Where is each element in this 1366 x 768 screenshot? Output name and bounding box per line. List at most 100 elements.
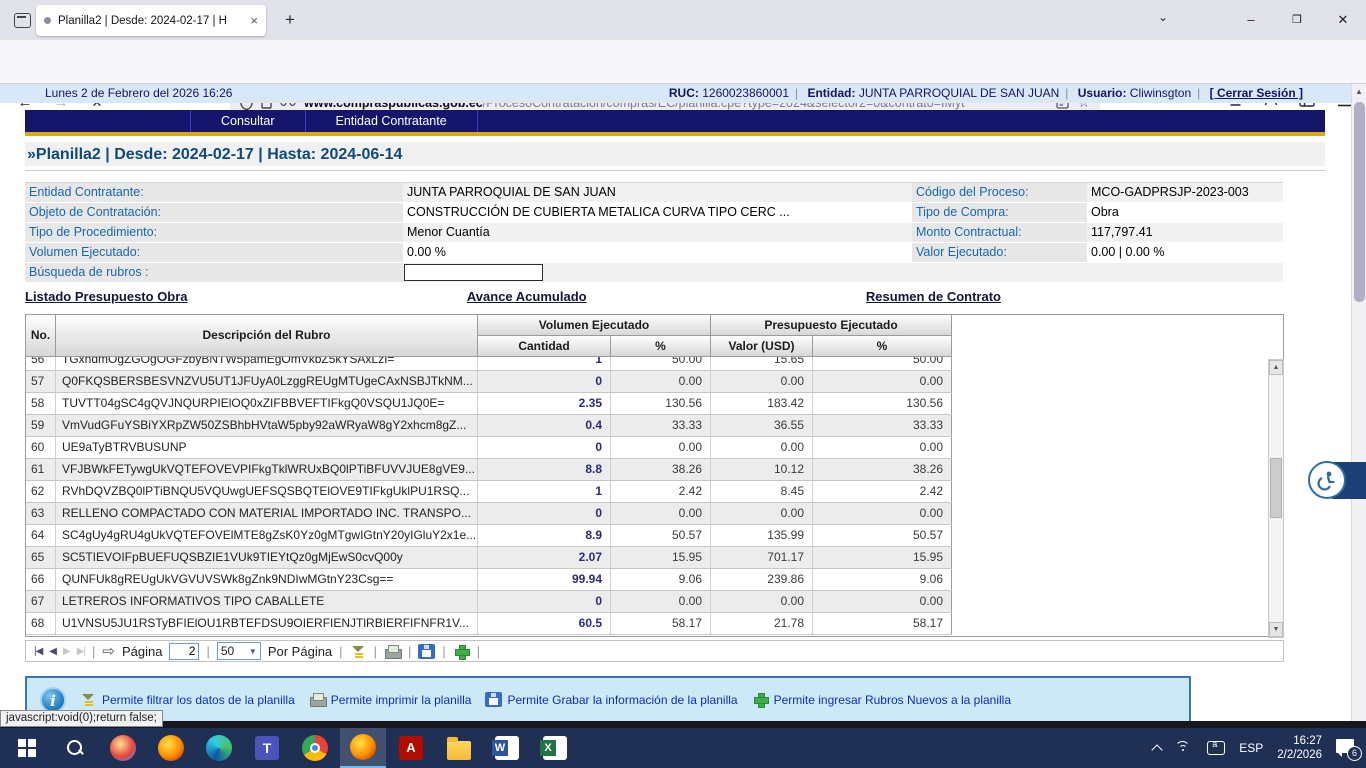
windows-logo-icon [18, 739, 36, 757]
window-maximize-button[interactable]: ❐ [1274, 0, 1320, 40]
taskbar-file-explorer-icon[interactable] [436, 728, 482, 768]
divider [25, 170, 1325, 171]
taskbar-edge-icon[interactable] [196, 728, 242, 768]
presupuesto-pct-value: 0.00 [813, 591, 952, 612]
presupuesto-pct-value: 0.00 [813, 503, 952, 524]
presupuesto-pct-value: 130.56 [813, 393, 952, 414]
column-header-descripcion[interactable]: Descripción del Rubro [56, 315, 478, 357]
new-tab-button[interactable]: + [278, 9, 302, 33]
page-scrollbar[interactable]: ▲ [1351, 84, 1366, 728]
table-row[interactable]: 62RVhDQVZBQ0lPTiBNQU5VQUwgUEFSQSBQTElOVE… [26, 481, 952, 503]
column-header-valor-usd[interactable]: Valor (USD) [711, 336, 813, 357]
touch-keyboard-icon[interactable] [1207, 741, 1225, 755]
rubro-description: RELLENO COMPACTADO CON MATERIAL IMPORTAD… [56, 503, 478, 524]
detail-label: Código del Proceso: [912, 183, 1087, 202]
add-rubro-icon[interactable] [453, 644, 470, 659]
link-avance-acumulado[interactable]: Avance Acumulado [467, 289, 587, 307]
table-scroll-down-icon[interactable]: ▼ [1269, 622, 1283, 637]
taskbar-chrome-icon[interactable] [292, 728, 338, 768]
cantidad-value: 1 [478, 481, 611, 502]
detail-value: 0.00 | 0.00 % [1087, 243, 1283, 262]
go-to-page-icon[interactable]: ⇨ [102, 642, 115, 660]
wifi-icon[interactable] [1175, 741, 1193, 755]
prev-page-icon[interactable]: ◀ [49, 646, 56, 657]
taskbar-firefox-active-icon[interactable] [340, 728, 386, 768]
tab-list-chevron-icon[interactable]: ⌄ [1152, 10, 1174, 30]
table-row[interactable]: 59VmVudGFuYSBiYXRpZW50ZSBhbHVtaW5pby92aW… [26, 415, 952, 437]
firefox-view-icon[interactable] [10, 8, 36, 34]
last-page-icon[interactable]: ▶| [77, 646, 85, 657]
print-icon[interactable] [384, 644, 401, 659]
detail-value: MCO-GADPRSJP-2023-003 [1087, 183, 1283, 202]
table-scroll-up-icon[interactable]: ▲ [1269, 360, 1283, 375]
save-icon[interactable] [418, 644, 435, 659]
window-minimize-button[interactable]: – [1228, 0, 1274, 40]
rubro-description: SC4gUy4gRU4gUkVQTEFOVElMTE8gZsK0Yz0gMTgw… [56, 525, 478, 546]
table-row[interactable]: 56TGxhdmOgZGOgOGFzbyBNTW5pamEgOmVkbZ5kYS… [26, 357, 952, 371]
first-page-icon[interactable]: |◀ [34, 646, 42, 657]
accessibility-widget-button[interactable] [1308, 461, 1346, 499]
table-scrollbar[interactable]: ▲ ▼ [1268, 359, 1284, 638]
rubros-search-input[interactable] [404, 264, 543, 281]
link-listado-presupuesto[interactable]: Listado Presupuesto Obra [25, 289, 188, 307]
site-header-strip: Lunes 2 de Febrero del 2026 16:26 RUC: 1… [0, 84, 1351, 103]
notification-center-icon[interactable]: 6 [1336, 739, 1356, 757]
table-row[interactable]: 60UE9aTyBTRVBUSUNP00.000.000.00 [26, 437, 952, 459]
table-scroll-thumb[interactable] [1270, 458, 1282, 518]
firefox-icon [158, 735, 184, 761]
table-row[interactable]: 64SC4gUy4gRU4gUkVQTEFOVElMTE8gZsK0Yz0gMT… [26, 525, 952, 547]
taskbar-teams-icon[interactable]: T [244, 728, 290, 768]
pagination-bar: |◀ ◀ ▶ ▶| | ⇨ Página | 50▼ Por Página | … [25, 640, 1284, 662]
taskbar-word-icon[interactable]: W [484, 728, 530, 768]
column-header-vol-pct[interactable]: % [611, 336, 711, 357]
tray-expand-chevron-icon[interactable] [1152, 744, 1163, 755]
legend-filter-text: Permite filtrar los datos de la planilla [102, 693, 295, 707]
logout-link[interactable]: [ Cerrar Sesión ] [1210, 86, 1303, 100]
table-row[interactable]: 61VFJBWkFETywgUkVQTEFOVEVPIFkgTklWRUxBQ0… [26, 459, 952, 481]
link-resumen-contrato[interactable]: Resumen de Contrato [866, 289, 1001, 307]
presupuesto-pct-value: 38.26 [813, 459, 952, 480]
column-header-no[interactable]: No. [26, 315, 56, 357]
table-row[interactable]: 66QUNFUk8gREUgUkVGVUVSWk8gZnk9NDIwMGtnY2… [26, 569, 952, 591]
row-number: 63 [26, 503, 56, 524]
taskbar-firefox-icon[interactable] [148, 728, 194, 768]
scrollbar-up-icon[interactable]: ▲ [1355, 87, 1363, 96]
per-page-label: Por Página [268, 644, 332, 659]
table-row[interactable]: 67LETREROS INFORMATIVOS TIPO CABALLETE00… [26, 591, 952, 613]
filter-icon[interactable] [350, 644, 367, 659]
column-header-cantidad[interactable]: Cantidad [478, 336, 611, 357]
volumen-pct-value: 0.00 [611, 503, 711, 524]
nav-item-entidad-contratante[interactable]: Entidad Contratante [306, 110, 478, 132]
volumen-pct-value: 38.26 [611, 459, 711, 480]
language-indicator[interactable]: ESP [1239, 741, 1263, 755]
next-page-icon[interactable]: ▶ [63, 646, 70, 657]
nav-item-consultar[interactable]: Consultar [190, 110, 306, 132]
page-number-input[interactable] [169, 643, 199, 660]
valor-usd-value: 36.55 [711, 415, 813, 436]
rubro-description: VFJBWkFETywgUkVQTEFOVEVPIFkgTklWRUxBQ0lP… [56, 459, 478, 480]
column-header-pres-pct[interactable]: % [813, 336, 952, 357]
taskbar-excel-icon[interactable]: X [532, 728, 578, 768]
browser-tab[interactable]: Planilla2 | Desde: 2024-02-17 | H × [36, 5, 266, 36]
taskbar-browser-icon[interactable] [100, 728, 146, 768]
taskbar-acrobat-icon[interactable]: A [388, 728, 434, 768]
table-row[interactable]: 65SC5TIEVOIFpBUEFUQSBZIE1VUk9TIEYtQz0gMj… [26, 547, 952, 569]
accessibility-icon [1316, 469, 1338, 491]
per-page-select[interactable]: 50▼ [217, 642, 261, 660]
table-row[interactable]: 57Q0FKQSBERSBESVNZVU5UT1JFUyA0LzggREUgMT… [26, 371, 952, 393]
legend-print-text: Permite imprimir la planilla [331, 693, 472, 707]
table-row[interactable]: 58TUVTT04gSC4gQVJNQURPIElOQ0xZIFBBVEFTIF… [26, 393, 952, 415]
cantidad-value: 1 [478, 357, 611, 370]
search-button[interactable] [52, 728, 98, 768]
cantidad-value: 8.8 [478, 459, 611, 480]
window-close-button[interactable]: ✕ [1320, 0, 1366, 40]
browser-tab-strip: Planilla2 | Desde: 2024-02-17 | H × + ⌄ … [0, 0, 1366, 40]
table-row[interactable]: 68U1VNSU5JU1RSTyBFIElOU1RBTEFDSU9OIERFIE… [26, 613, 952, 635]
tab-close-icon[interactable]: × [250, 13, 258, 28]
table-row[interactable]: 63RELLENO COMPACTADO CON MATERIAL IMPORT… [26, 503, 952, 525]
scrollbar-thumb[interactable] [1354, 102, 1365, 302]
entity-label: Entidad: [807, 86, 855, 100]
clock[interactable]: 16:272/2/2026 [1277, 734, 1322, 762]
word-icon: W [495, 736, 519, 760]
start-button[interactable] [4, 728, 50, 768]
